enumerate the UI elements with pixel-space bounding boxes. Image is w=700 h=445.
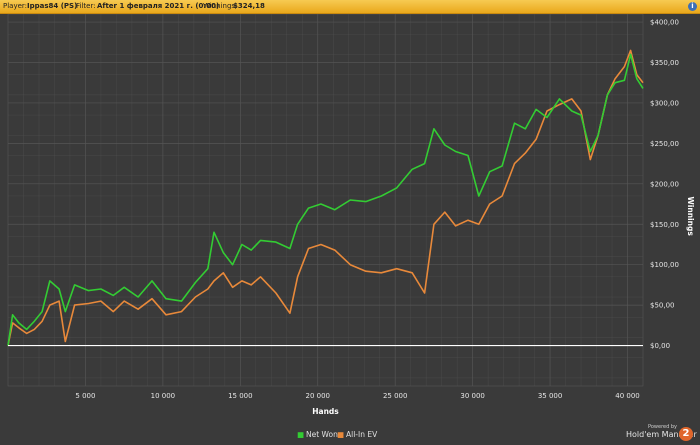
x-axis-label: Hands bbox=[312, 407, 339, 416]
player-value: Ippas84 (PS) bbox=[27, 2, 78, 10]
y-tick-label: $250,00 bbox=[650, 140, 679, 148]
grid bbox=[7, 14, 644, 387]
winnings-chart: 5 000 10 000 15 000 20 000 25 000 30 000 35 00… bbox=[7, 14, 695, 416]
x-tick-label: 30 000 bbox=[460, 392, 485, 400]
y-tick-label: $300,00 bbox=[650, 99, 679, 107]
x-tick-label: 25 000 bbox=[383, 392, 408, 400]
legend-net-won-label: Net Won bbox=[306, 430, 338, 439]
x-tick-label: 5 000 bbox=[75, 392, 95, 400]
y-tick-label: $400,00 bbox=[650, 19, 679, 27]
filter-bar: Player: Ippas84 (PS) Filter: After 1 фев… bbox=[0, 0, 700, 14]
product-logo-badge: 2 bbox=[679, 427, 693, 441]
x-tick-label: 10 000 bbox=[151, 392, 176, 400]
filter-label: Filter: bbox=[76, 2, 96, 10]
info-icon[interactable]: i bbox=[688, 2, 697, 11]
x-tick-label: 20 000 bbox=[306, 392, 331, 400]
x-tick-label: 40 000 bbox=[615, 392, 640, 400]
y-axis-label: Winnings bbox=[686, 197, 695, 237]
filter-value: After 1 февраля 2021 г. (0:00) bbox=[97, 2, 220, 10]
x-tick-label: 35 000 bbox=[538, 392, 563, 400]
legend-all-in-ev-marker: ■ bbox=[337, 430, 345, 439]
y-tick-label: $100,00 bbox=[650, 261, 679, 269]
y-tick-label: $150,00 bbox=[650, 221, 679, 229]
y-tick-label: $200,00 bbox=[650, 180, 679, 188]
x-tick-label: 15 000 bbox=[228, 392, 253, 400]
series-line-net-won bbox=[7, 53, 644, 346]
legend-all-in-ev-label: All-In EV bbox=[346, 430, 378, 439]
y-tick-label: $350,00 bbox=[650, 59, 679, 67]
y-tick-label: $0,00 bbox=[650, 342, 670, 350]
plot-border bbox=[7, 14, 644, 387]
y-tick-label: $50,00 bbox=[650, 302, 675, 310]
axis-layer: 5 000 10 000 15 000 20 000 25 000 30 000 35 00… bbox=[75, 19, 695, 416]
winnings-value: $324,18 bbox=[233, 2, 265, 10]
player-label: Player: bbox=[3, 2, 28, 10]
legend-net-won-marker: ■ bbox=[297, 430, 305, 439]
